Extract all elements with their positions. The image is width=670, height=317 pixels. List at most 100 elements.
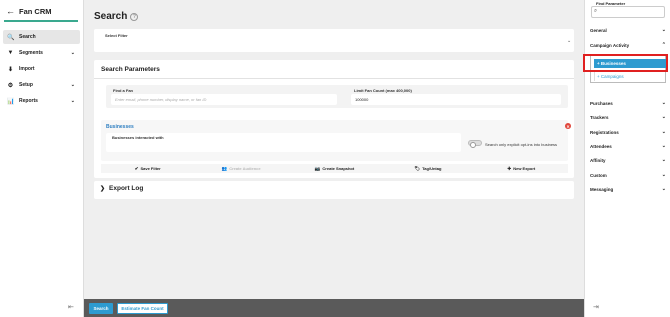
estimate-fan-count-button[interactable]: Estimate Fan Count	[117, 303, 168, 314]
param-group-attendees[interactable]: Attendees ⌄	[590, 140, 666, 152]
sidebar-item-label: Reports	[19, 98, 38, 104]
tag-untag-button[interactable]: 🏷 Tag/Untag	[381, 164, 474, 173]
chevron-down-icon: ⌄	[661, 129, 666, 135]
new-export-button[interactable]: ✚ New Export	[475, 164, 568, 173]
action-label: New Export	[513, 166, 536, 171]
sidebar-item-label: Search	[19, 34, 36, 40]
help-icon[interactable]: ?	[130, 12, 139, 21]
page-title: Search	[94, 11, 128, 22]
param-group-messaging[interactable]: Messaging ⌄	[590, 183, 666, 195]
param-group-trackers[interactable]: Trackers ⌄	[590, 111, 666, 123]
chevron-right-icon: ❯	[100, 186, 106, 192]
param-group-affinity[interactable]: Affinity ⌄	[590, 154, 666, 166]
limit-fan-count-label: Limit Fan Count (max 400,000)	[354, 88, 412, 93]
add-campaigns-button[interactable]: + Campaigns	[594, 72, 667, 81]
tag-untag-icon: 🏷	[414, 165, 421, 171]
highlight-box	[583, 54, 668, 72]
chevron-down-icon: ⌄	[661, 186, 666, 192]
collapse-sidebar-icon[interactable]: ⇤	[68, 303, 74, 311]
chevron-down-icon: ⌄	[70, 98, 75, 104]
chevron-down-icon: ⌄	[661, 27, 666, 33]
param-group-custom[interactable]: Custom ⌄	[590, 169, 666, 181]
action-label: Create Snapshot	[322, 166, 355, 171]
sidebar-item-label: Import	[19, 66, 35, 72]
chevron-down-icon: ⌄	[567, 38, 572, 44]
fan-search-section: Find a Fan Enter email, phone number, di…	[106, 85, 568, 108]
export-log-card[interactable]: ❯ Export Log	[94, 181, 574, 199]
app-title: Fan CRM	[19, 6, 52, 16]
find-fan-input[interactable]: Enter email, phone number, display name,…	[111, 94, 337, 105]
param-group-label: Attendees	[590, 143, 612, 149]
arrow-left-icon[interactable]: ←	[6, 6, 15, 16]
search-parameters-title: Search Parameters	[101, 66, 160, 73]
chevron-down-icon: ⌄	[661, 143, 666, 149]
limit-fan-count-input[interactable]: 100000	[351, 94, 561, 105]
header-underline	[4, 20, 78, 22]
businesses-interacted-label: Businesses interacted with	[112, 135, 164, 140]
search-parameters-card: Search Parameters Find a Fan Enter email…	[94, 60, 574, 178]
parameter-panel: Find Parameter ⌕ General ⌄ Campaign Acti…	[584, 0, 670, 317]
select-filter-dropdown[interactable]: Select Filter ⌄	[94, 29, 574, 52]
param-group-campaign-activity[interactable]: Campaign Activity ⌃	[590, 39, 666, 51]
sidebar-item-search[interactable]: 🔍 Search	[3, 30, 80, 44]
sidebar-item-import[interactable]: ⬇ Import	[3, 62, 80, 76]
optin-toggle[interactable]	[468, 140, 482, 148]
divider	[94, 78, 574, 79]
action-label: Tag/Untag	[422, 166, 442, 171]
chevron-down-icon: ⌄	[70, 82, 75, 88]
param-group-label: Campaign Activity	[590, 42, 630, 48]
find-parameter-input[interactable]: ⌕	[591, 6, 665, 18]
chevron-down-icon: ⌄	[661, 172, 666, 178]
search-button[interactable]: Search	[89, 303, 113, 314]
create-snapshot-button[interactable]: 📷 Create Snapshot	[288, 164, 381, 173]
sidebar-item-setup[interactable]: ⚙ Setup ⌄	[3, 78, 80, 92]
export-log-header[interactable]: ❯ Export Log	[100, 185, 143, 192]
search-icon: 🔍	[7, 34, 15, 41]
create-snapshot-icon: 📷	[314, 165, 321, 171]
optin-toggle-label: Search only explicit opt-ins into busine…	[485, 142, 558, 147]
remove-filter-icon[interactable]: ✕	[565, 123, 571, 129]
chart-icon: 📊	[7, 98, 15, 105]
save-filter-button[interactable]: ✔ Save Filter	[101, 164, 194, 173]
param-group-registrations[interactable]: Registrations ⌄	[590, 126, 666, 138]
sidebar-item-label: Setup	[19, 82, 33, 88]
param-group-label: Trackers	[590, 114, 609, 120]
new-export-icon: ✚	[507, 165, 512, 171]
find-fan-label: Find a Fan	[113, 88, 133, 93]
app-header: ← Fan CRM	[0, 0, 83, 22]
save-filter-icon: ✔	[134, 165, 139, 171]
sidebar-item-segments[interactable]: ▼ Segments ⌄	[3, 46, 80, 60]
param-group-label: General	[590, 27, 607, 33]
param-group-label: Registrations	[590, 129, 619, 135]
chevron-down-icon: ⌄	[70, 50, 75, 56]
search-icon: ⌕	[594, 8, 598, 14]
chevron-down-icon: ⌄	[661, 114, 666, 120]
collapse-panel-icon[interactable]: ⇥	[593, 303, 599, 311]
action-label: Save Filter	[140, 166, 161, 171]
chevron-up-icon: ⌃	[661, 42, 666, 48]
sidebar-item-reports[interactable]: 📊 Reports ⌄	[3, 94, 80, 108]
action-bar: ✔ Save Filter 👥 Create Audience 📷 Create Snap…	[101, 164, 568, 173]
param-group-label: Purchases	[590, 100, 613, 106]
businesses-filter-title[interactable]: Businesses	[106, 124, 134, 130]
param-group-label: Affinity	[590, 157, 606, 163]
export-log-title: Export Log	[109, 185, 144, 192]
bottom-bar: Search Estimate Fan Count	[84, 299, 584, 317]
chevron-down-icon: ⌄	[661, 157, 666, 163]
select-filter-label: Select Filter	[105, 33, 128, 38]
param-group-general[interactable]: General ⌄	[590, 24, 666, 36]
left-sidebar: ← Fan CRM 🔍 Search ▼ Segments ⌄ ⬇ Import ⚙ Setup…	[0, 0, 84, 317]
action-label: Create Audience	[229, 166, 261, 171]
page-title-row: Search ?	[94, 11, 139, 22]
create-audience-icon: 👥	[221, 165, 228, 171]
param-group-label: Custom	[590, 172, 607, 178]
main-content: Search ? Select Filter ⌄ Search Paramete…	[84, 0, 584, 317]
import-icon: ⬇	[7, 66, 14, 73]
filter-icon: ▼	[7, 50, 14, 56]
param-group-label: Messaging	[590, 186, 614, 192]
create-audience-button[interactable]: 👥 Create Audience	[194, 164, 287, 173]
chevron-down-icon: ⌄	[661, 100, 666, 106]
sidebar-nav: 🔍 Search ▼ Segments ⌄ ⬇ Import ⚙ Setup ⌄ 📊 Reports ⌄	[0, 30, 83, 108]
businesses-interacted-field[interactable]: Businesses interacted with	[106, 133, 461, 152]
param-group-purchases[interactable]: Purchases ⌄	[590, 97, 666, 109]
